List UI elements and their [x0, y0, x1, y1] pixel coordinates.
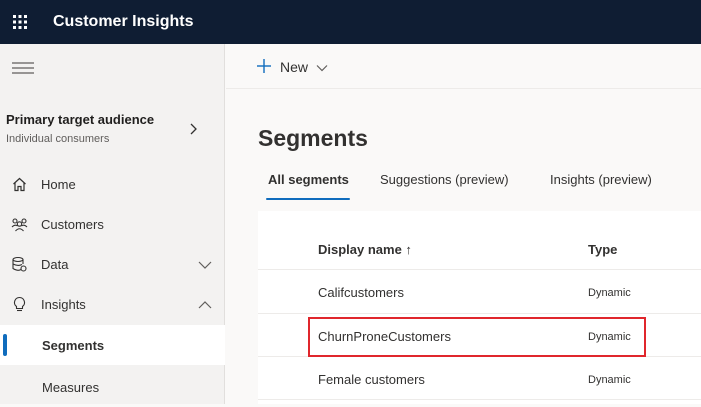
hamburger-menu-icon[interactable] [12, 61, 34, 75]
chevron-down-icon [316, 59, 328, 75]
sidebar-item-label: Measures [42, 379, 100, 395]
audience-selector[interactable]: Primary target audience Individual consu… [0, 104, 225, 156]
chevron-up-icon [198, 298, 212, 313]
chevron-down-icon [198, 258, 212, 273]
lightbulb-icon [11, 296, 28, 313]
table-header: Display name ↑ Type [258, 227, 701, 270]
top-bar: Customer Insights [0, 0, 701, 44]
tab-suggestions[interactable]: Suggestions (preview) [380, 172, 509, 202]
audience-subtitle: Individual consumers [6, 133, 110, 145]
segment-name[interactable]: Califcustomers [318, 285, 404, 300]
data-icon [11, 256, 28, 273]
customers-icon [11, 216, 28, 233]
column-header-display-name[interactable]: Display name ↑ [318, 242, 412, 257]
sidebar-item-data[interactable]: Data [0, 244, 225, 284]
active-tab-indicator [266, 198, 350, 200]
home-icon [11, 176, 28, 193]
tab-insights[interactable]: Insights (preview) [550, 172, 652, 202]
plus-icon [256, 58, 272, 77]
segment-name[interactable]: Female customers [318, 372, 425, 387]
selected-indicator [3, 334, 7, 356]
sidebar-item-label: Segments [42, 337, 105, 353]
segments-table: Display name ↑ Type Califcustomers Dynam… [258, 211, 701, 404]
table-row[interactable]: Female customers Dynamic [258, 357, 701, 400]
sidebar-item-segments[interactable]: Segments [0, 325, 225, 365]
tab-label: Insights (preview) [550, 172, 652, 187]
app-launcher-icon[interactable] [0, 0, 40, 44]
segment-type: Dynamic [588, 331, 631, 343]
sidebar-item-measures[interactable]: Measures [0, 367, 225, 407]
tab-all-segments[interactable]: All segments [266, 172, 350, 202]
segment-type: Dynamic [588, 287, 631, 299]
new-button-label: New [280, 59, 309, 75]
sidebar-item-label: Data [41, 256, 69, 272]
sidebar-item-label: Customers [41, 216, 104, 232]
column-header-type[interactable]: Type [588, 242, 617, 257]
sidebar-item-home[interactable]: Home [0, 164, 225, 204]
segment-type: Dynamic [588, 374, 631, 386]
sidebar-item-customers[interactable]: Customers [0, 204, 225, 244]
new-button[interactable]: New [256, 56, 328, 78]
main-content: New Segments All segments Suggestions (p… [226, 44, 701, 404]
segment-name[interactable]: ChurnProneCustomers [318, 329, 451, 344]
command-bar: New [226, 44, 701, 89]
sidebar: Primary target audience Individual consu… [0, 44, 225, 404]
tab-label: Suggestions (preview) [380, 172, 509, 187]
sidebar-item-label: Insights [41, 296, 86, 312]
table-row[interactable]: Califcustomers Dynamic [258, 271, 701, 314]
app-title[interactable]: Customer Insights [53, 13, 193, 31]
sidebar-item-label: Home [41, 176, 76, 192]
page-title: Segments [258, 125, 368, 151]
sidebar-item-insights[interactable]: Insights [0, 284, 225, 324]
audience-title: Primary target audience [6, 112, 155, 127]
chevron-right-icon [188, 122, 198, 141]
table-row[interactable]: ChurnProneCustomers Dynamic [258, 314, 701, 357]
tab-label: All segments [268, 172, 349, 187]
